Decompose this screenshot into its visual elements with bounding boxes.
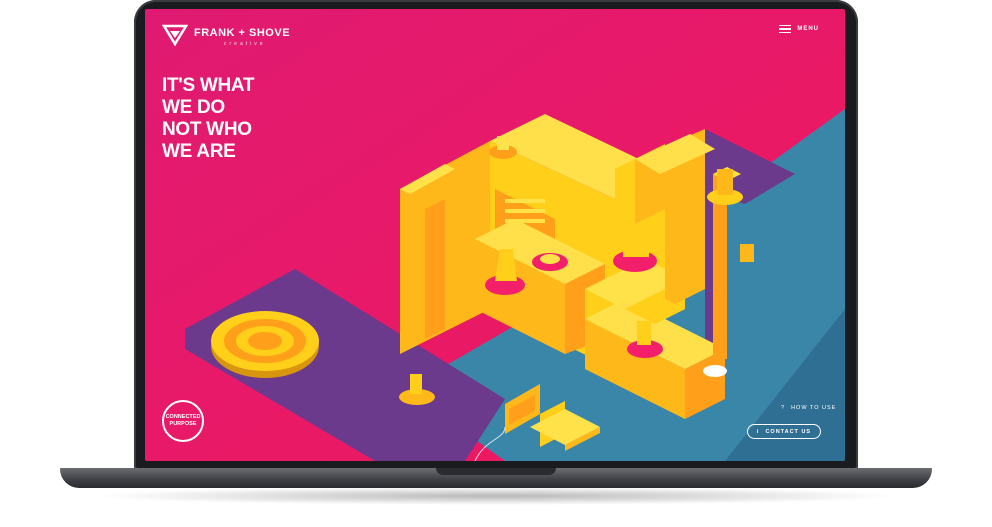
brand-sub: creative [224, 41, 266, 47]
page-headline: IT'S WHAT WE DO NOT WHO WE ARE [162, 75, 255, 163]
logo-icon [162, 24, 188, 46]
badge-line: CONNECTED [165, 414, 201, 420]
laptop-shadow [90, 487, 902, 505]
headline-line: IT'S WHAT [162, 75, 255, 96]
hamburger-icon [779, 25, 792, 33]
connected-purpose-button[interactable]: CONNECTED PURPOSE [162, 400, 204, 442]
screen: FRANK + SHOVE creative MENU IT'S WHAT WE… [145, 9, 845, 461]
headline-line: WE DO [162, 97, 225, 118]
info-icon: i [756, 428, 760, 435]
menu-label: MENU [797, 26, 819, 32]
headline-line: WE ARE [162, 141, 236, 162]
headline-line: NOT WHO [162, 119, 252, 140]
badge-line: PURPOSE [169, 421, 197, 427]
laptop-notch [436, 468, 556, 475]
brand-logo[interactable]: FRANK + SHOVE creative [162, 23, 290, 47]
question-icon: ? [781, 405, 786, 411]
how-to-use-link[interactable]: ? HOW TO USE [781, 405, 836, 411]
how-to-use-label: HOW TO USE [791, 405, 837, 411]
target-circle [211, 311, 319, 378]
contact-us-button[interactable]: i CONTACT US [747, 424, 821, 439]
contact-us-label: CONTACT US [765, 428, 812, 435]
brand-name: FRANK + SHOVE [194, 27, 291, 39]
menu-button[interactable]: MENU [779, 25, 819, 33]
